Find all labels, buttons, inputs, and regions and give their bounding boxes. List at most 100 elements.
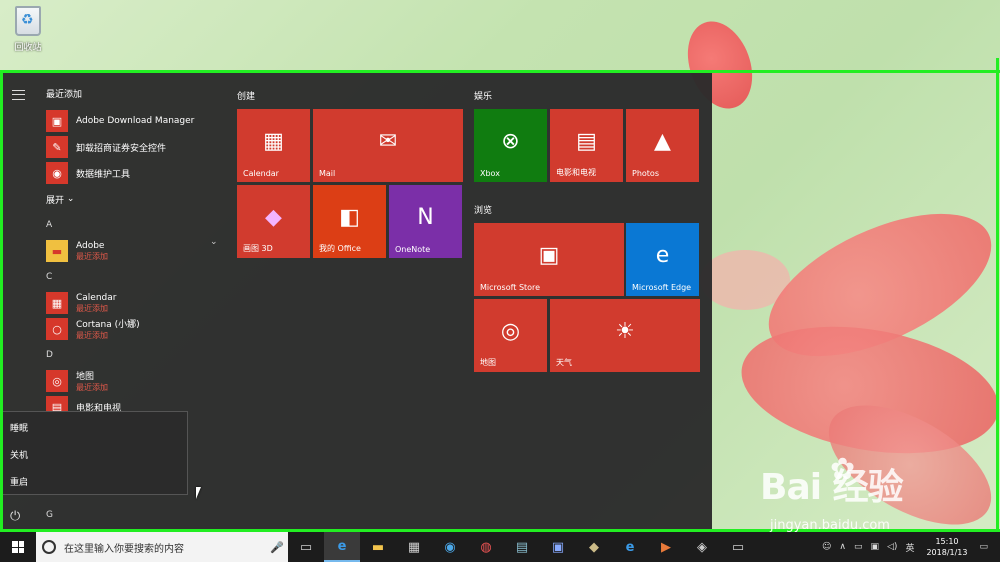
app-adobe-download-manager[interactable]: ▣ Adobe Download Manager [46,108,226,134]
app-sub: 最近添加 [76,331,108,340]
app-name: Cortana (小娜) [76,320,140,330]
cortana-circle-icon [42,540,56,554]
letter-g[interactable]: G [46,502,53,528]
app-icon-2[interactable]: ◍ [468,532,504,562]
edge-icon: e [655,243,670,268]
calculator-icon[interactable]: ▦ [396,532,432,562]
app-icon-6[interactable]: ◈ [684,532,720,562]
app-name: Adobe Download Manager [76,116,195,126]
people-icon[interactable]: ☺ [822,542,831,552]
clock-date: 2018/1/13 [926,548,968,557]
recycle-bin-label: 回收站 [14,43,42,53]
tile-label: 画图 3D [243,244,273,253]
ie-icon[interactable]: e [612,532,648,562]
microphone-icon[interactable]: 🎤 [270,541,288,554]
task-view-icon[interactable]: ▭ [288,532,324,562]
tile-label: 天气 [556,358,572,367]
power-icon[interactable]: ⏻ [10,509,20,524]
app-name: 地图 [76,372,95,382]
shutdown-option[interactable]: 关机 [1,442,187,466]
edge-taskbar-icon[interactable]: e [324,532,360,562]
letter-c[interactable]: C [46,264,226,290]
media-icon[interactable]: ▶ [648,532,684,562]
data-tool-icon: ◉ [46,162,68,184]
highlight-frame [0,70,1000,73]
app-sub: 最近添加 [76,251,108,261]
paint3d-icon: ◆ [265,205,282,230]
calendar-icon: ▦ [46,292,68,314]
group-create-title: 创建 [237,92,256,102]
chevron-down-icon: ⌄ [66,194,75,204]
watermark-url: jingyan.baidu.com [770,518,890,533]
app-list: 最近添加 ▣ Adobe Download Manager ✎ 卸载招商证券安全… [46,87,226,420]
adobe-dm-icon: ▣ [46,110,68,132]
maps-icon: ◎ [500,319,521,344]
group-entertainment-title: 娱乐 [474,92,493,102]
app-icon-1[interactable]: ◉ [432,532,468,562]
battery-icon[interactable]: ▭ [854,542,863,552]
xbox-icon: ⊗ [501,129,520,154]
recycle-bin[interactable]: 回收站 [8,6,48,53]
app-name: 卸载招商证券安全控件 [76,143,167,154]
app-cortana[interactable]: ○ Cortana (小娜) 最近添加 [46,316,226,342]
hamburger-menu-icon[interactable] [12,90,25,100]
app-name: 数据维护工具 [76,169,131,180]
volume-icon[interactable]: ◁) [887,542,897,552]
file-explorer-icon[interactable]: ▬ [360,532,396,562]
tile-edge[interactable]: e Microsoft Edge [626,223,699,296]
app-sub: 最近添加 [76,303,108,313]
app-data-tool[interactable]: ◉ 数据维护工具 [46,160,226,186]
tile-label: Microsoft Edge [632,283,692,292]
sleep-option[interactable]: 睡眠 [1,415,187,439]
app-maps[interactable]: ◎ 地图 最近添加 [46,368,226,394]
tile-calendar[interactable]: ▦ Calendar [237,109,310,182]
network-icon[interactable]: ▣ [870,542,879,552]
office-icon: ◧ [339,205,360,230]
onenote-icon: N [417,205,434,230]
folder-icon: ▬ [46,240,68,262]
weather-icon: ☀ [615,319,635,344]
tile-label: 电影和电视 [556,168,596,177]
highlight-frame [996,58,999,532]
app-icon-7[interactable]: ▭ [720,532,756,562]
chevron-up-icon[interactable]: ∧ [839,542,846,552]
expand-button[interactable]: 展开 ⌄ [46,186,226,212]
cortana-icon: ○ [46,318,68,340]
tile-maps[interactable]: ◎ 地图 [474,299,547,372]
tile-onenote[interactable]: N OneNote [389,185,462,258]
app-name: Adobe [76,240,105,251]
recycle-bin-icon [15,6,41,36]
app-icon-4[interactable]: ▣ [540,532,576,562]
tile-label: Microsoft Store [480,283,541,292]
tile-movies[interactable]: ▤ 电影和电视 [550,109,623,182]
photos-icon: ▲ [654,129,671,154]
recent-section-title: 最近添加 [46,90,83,100]
tile-office[interactable]: ◧ 我的 Office [313,185,386,258]
search-placeholder: 在这里输入你要搜索的内容 [64,543,184,555]
tile-weather[interactable]: ☀ 天气 [550,299,700,372]
app-adobe[interactable]: ▬ Adobe 最近添加 [46,238,226,264]
restart-option[interactable]: 重启 [1,469,187,493]
tile-mail[interactable]: ✉ Mail [313,109,463,182]
maps-icon: ◎ [46,370,68,392]
ime-indicator[interactable]: 英 [905,541,914,554]
letter-a[interactable]: A [46,212,226,238]
tile-label: Calendar [243,169,279,178]
tile-label: Photos [632,169,659,178]
start-button[interactable] [0,532,36,562]
app-icon-5[interactable]: ◆ [576,532,612,562]
letter-d[interactable]: D [46,342,226,368]
adobe-expand-chevron-icon[interactable]: ⌄ [210,237,218,247]
search-box[interactable]: 在这里输入你要搜索的内容 🎤 [36,532,288,562]
tile-label: 地图 [480,358,496,367]
app-uninstall[interactable]: ✎ 卸载招商证券安全控件 [46,134,226,160]
clock[interactable]: 15:10 2018/1/13 [926,536,967,558]
tile-store[interactable]: ▣ Microsoft Store [474,223,624,296]
tile-photos[interactable]: ▲ Photos [626,109,699,182]
notification-icon[interactable]: ▭ [979,542,988,552]
tile-paint3d[interactable]: ◆ 画图 3D [237,185,310,258]
tile-label: OneNote [395,245,431,254]
tile-xbox[interactable]: ⊗ Xbox [474,109,547,182]
app-calendar[interactable]: ▦ Calendar 最近添加 [46,290,226,316]
app-icon-3[interactable]: ▤ [504,532,540,562]
